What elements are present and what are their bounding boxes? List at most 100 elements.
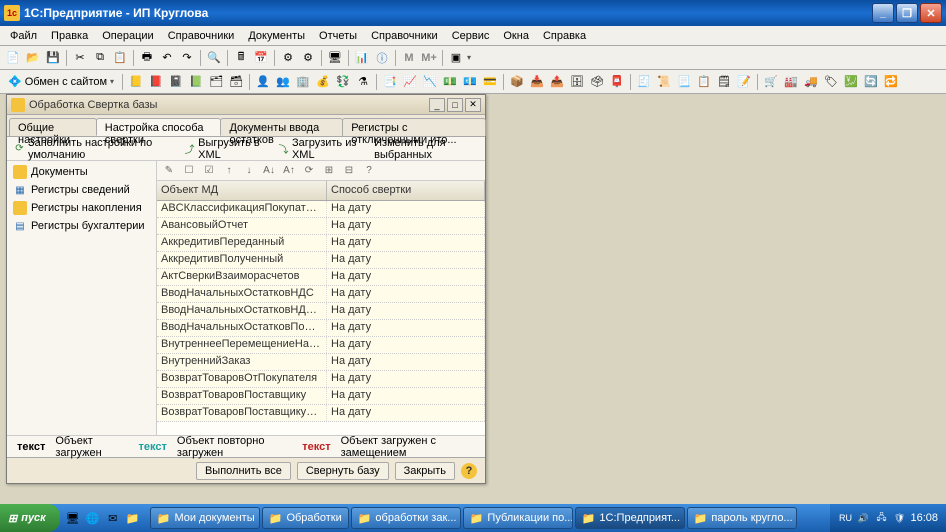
tb-icon-1[interactable]: 📒 bbox=[127, 73, 145, 91]
run-all-button[interactable]: Выполнить все bbox=[196, 462, 291, 480]
tb-icon-31[interactable]: 🛒 bbox=[762, 73, 780, 91]
nav-info-registers[interactable]: ▦ Регистры сведений bbox=[7, 181, 156, 199]
chart-icon[interactable]: 📊 bbox=[353, 49, 371, 67]
nav-acc-registers[interactable]: ▤ Регистры бухгалтерии bbox=[7, 217, 156, 235]
zip-icon[interactable]: ▣ bbox=[447, 49, 465, 67]
col-mode[interactable]: Способ свертки bbox=[327, 181, 485, 200]
tray-volume-icon[interactable]: 🔊 bbox=[856, 511, 870, 525]
tb-icon-22[interactable]: 🗄 bbox=[568, 73, 586, 91]
uncheck-icon[interactable]: ☑ bbox=[201, 163, 217, 179]
table-row[interactable]: ABCКлассификацияПокупателейНа дату bbox=[157, 201, 485, 218]
menu-edit[interactable]: Правка bbox=[45, 28, 94, 44]
tb-icon-37[interactable]: 🔁 bbox=[882, 73, 900, 91]
menu-catalogs[interactable]: Справочники bbox=[162, 28, 241, 44]
ql-icon-4[interactable]: 📁 bbox=[124, 509, 142, 527]
help-icon[interactable]: ⓘ bbox=[373, 49, 391, 67]
tb-icon-27[interactable]: 📃 bbox=[675, 73, 693, 91]
taskbar-item[interactable]: 📁1С:Предприят... bbox=[575, 507, 685, 529]
tb-icon-20[interactable]: 📥 bbox=[528, 73, 546, 91]
tb-icon-17[interactable]: 💶 bbox=[461, 73, 479, 91]
restore-button[interactable]: ❐ bbox=[896, 3, 918, 23]
tray-lang[interactable]: RU bbox=[838, 511, 852, 525]
tb-icon-14[interactable]: 📈 bbox=[401, 73, 419, 91]
nav-documents[interactable]: Документы bbox=[7, 163, 156, 181]
tb-icon-35[interactable]: 💹 bbox=[842, 73, 860, 91]
inner-minimize-button[interactable]: _ bbox=[429, 98, 445, 112]
tb-icon-3[interactable]: 📓 bbox=[167, 73, 185, 91]
menu-windows[interactable]: Окна bbox=[497, 28, 535, 44]
open-icon[interactable]: 📂 bbox=[24, 49, 42, 67]
tree-icon[interactable]: ⊞ bbox=[321, 163, 337, 179]
inner-close-button[interactable]: ✕ bbox=[465, 98, 481, 112]
menu-documents[interactable]: Документы bbox=[242, 28, 311, 44]
table-row[interactable]: ВозвратТоваровПоставщикуИзНТТНа дату bbox=[157, 405, 485, 422]
menu-reports[interactable]: Отчеты bbox=[313, 28, 363, 44]
new-icon[interactable]: 📄 bbox=[4, 49, 22, 67]
nav-accum-registers[interactable]: Регистры накопления bbox=[7, 199, 156, 217]
table-row[interactable]: АвансовыйОтчетНа дату bbox=[157, 218, 485, 235]
tb-icon-36[interactable]: 🔄 bbox=[862, 73, 880, 91]
taskbar-item[interactable]: 📁Публикации по... bbox=[463, 507, 573, 529]
menu-service[interactable]: Сервис bbox=[446, 28, 496, 44]
tab-collapse-method[interactable]: Настройка способа свертки bbox=[96, 118, 222, 136]
tb-icon-23[interactable]: 🗳 bbox=[588, 73, 606, 91]
table-row[interactable]: ВводНачальныхОстатковНДСНа дату bbox=[157, 286, 485, 303]
ql-icon-3[interactable]: ✉ bbox=[104, 509, 122, 527]
tb-icon-16[interactable]: 💵 bbox=[441, 73, 459, 91]
tb-icon-25[interactable]: 🧾 bbox=[635, 73, 653, 91]
move-down-icon[interactable]: ↓ bbox=[241, 163, 257, 179]
table-row[interactable]: АктСверкиВзаиморасчетовНа дату bbox=[157, 269, 485, 286]
sort-asc-icon[interactable]: A↓ bbox=[261, 163, 277, 179]
paste-icon[interactable]: 📋 bbox=[111, 49, 129, 67]
redo-icon[interactable]: ↷ bbox=[178, 49, 196, 67]
menu-catalogs2[interactable]: Справочники bbox=[365, 28, 444, 44]
form-help-button[interactable]: ? bbox=[461, 463, 477, 479]
tb-icon-6[interactable]: 🗃 bbox=[227, 73, 245, 91]
mplus-icon[interactable]: M+ bbox=[420, 49, 438, 67]
close-form-button[interactable]: Закрыть bbox=[395, 462, 455, 480]
help2-icon[interactable]: ? bbox=[361, 163, 377, 179]
tab-general[interactable]: Общие настройки bbox=[9, 118, 97, 136]
gear-icon[interactable]: ⚙ bbox=[279, 49, 297, 67]
tb-icon-10[interactable]: 💰 bbox=[314, 73, 332, 91]
collapse-base-button[interactable]: Свернуть базу bbox=[297, 462, 389, 480]
tb-icon-30[interactable]: 📝 bbox=[735, 73, 753, 91]
copy-icon[interactable]: ⧉ bbox=[91, 49, 109, 67]
tb-icon-26[interactable]: 📜 bbox=[655, 73, 673, 91]
tray-clock[interactable]: 16:08 bbox=[910, 512, 938, 524]
table-row[interactable]: ВнутреннийЗаказНа дату bbox=[157, 354, 485, 371]
display-icon[interactable]: 🖥 bbox=[326, 49, 344, 67]
tb-icon-33[interactable]: 🚚 bbox=[802, 73, 820, 91]
dropdown-icon[interactable]: ▾ bbox=[467, 53, 471, 62]
save-icon[interactable]: 💾 bbox=[44, 49, 62, 67]
tray-network-icon[interactable]: 🖧 bbox=[874, 511, 888, 525]
table-row[interactable]: АккредитивПолученныйНа дату bbox=[157, 252, 485, 269]
tb-icon-13[interactable]: 📑 bbox=[381, 73, 399, 91]
tb-icon-4[interactable]: 📗 bbox=[187, 73, 205, 91]
tb-icon-8[interactable]: 👥 bbox=[274, 73, 292, 91]
table-row[interactable]: ВозвратТоваровПоставщикуНа дату bbox=[157, 388, 485, 405]
tb-icon-18[interactable]: 💳 bbox=[481, 73, 499, 91]
menu-operations[interactable]: Операции bbox=[96, 28, 159, 44]
edit-icon[interactable]: ✎ bbox=[161, 163, 177, 179]
tb-icon-21[interactable]: 📤 bbox=[548, 73, 566, 91]
tb-icon-29[interactable]: 🗒 bbox=[715, 73, 733, 91]
ql-icon-2[interactable]: 🌐 bbox=[84, 509, 102, 527]
cut-icon[interactable]: ✂ bbox=[71, 49, 89, 67]
close-button[interactable]: ✕ bbox=[920, 3, 942, 23]
ql-icon-1[interactable]: 🖥 bbox=[64, 509, 82, 527]
print-icon[interactable]: 🖶 bbox=[138, 49, 156, 67]
start-button[interactable]: ⊞ пуск bbox=[0, 504, 60, 532]
tray-shield-icon[interactable]: 🛡 bbox=[892, 511, 906, 525]
exchange-button[interactable]: 💠 Обмен с сайтом ▾ bbox=[4, 75, 118, 88]
tb-icon-32[interactable]: 🏭 bbox=[782, 73, 800, 91]
tb-icon-11[interactable]: 💱 bbox=[334, 73, 352, 91]
taskbar-item[interactable]: 📁Обработки bbox=[262, 507, 349, 529]
tb-icon-12[interactable]: ⚗ bbox=[354, 73, 372, 91]
check-icon[interactable]: ☐ bbox=[181, 163, 197, 179]
tab-disabled-registers[interactable]: Регистры с отключенными ито... bbox=[342, 118, 486, 136]
table-row[interactable]: ВнутреннееПеремещениеНаличныхД...На дату bbox=[157, 337, 485, 354]
tb-icon-28[interactable]: 📋 bbox=[695, 73, 713, 91]
minimize-button[interactable]: _ bbox=[872, 3, 894, 23]
menu-file[interactable]: Файл bbox=[4, 28, 43, 44]
